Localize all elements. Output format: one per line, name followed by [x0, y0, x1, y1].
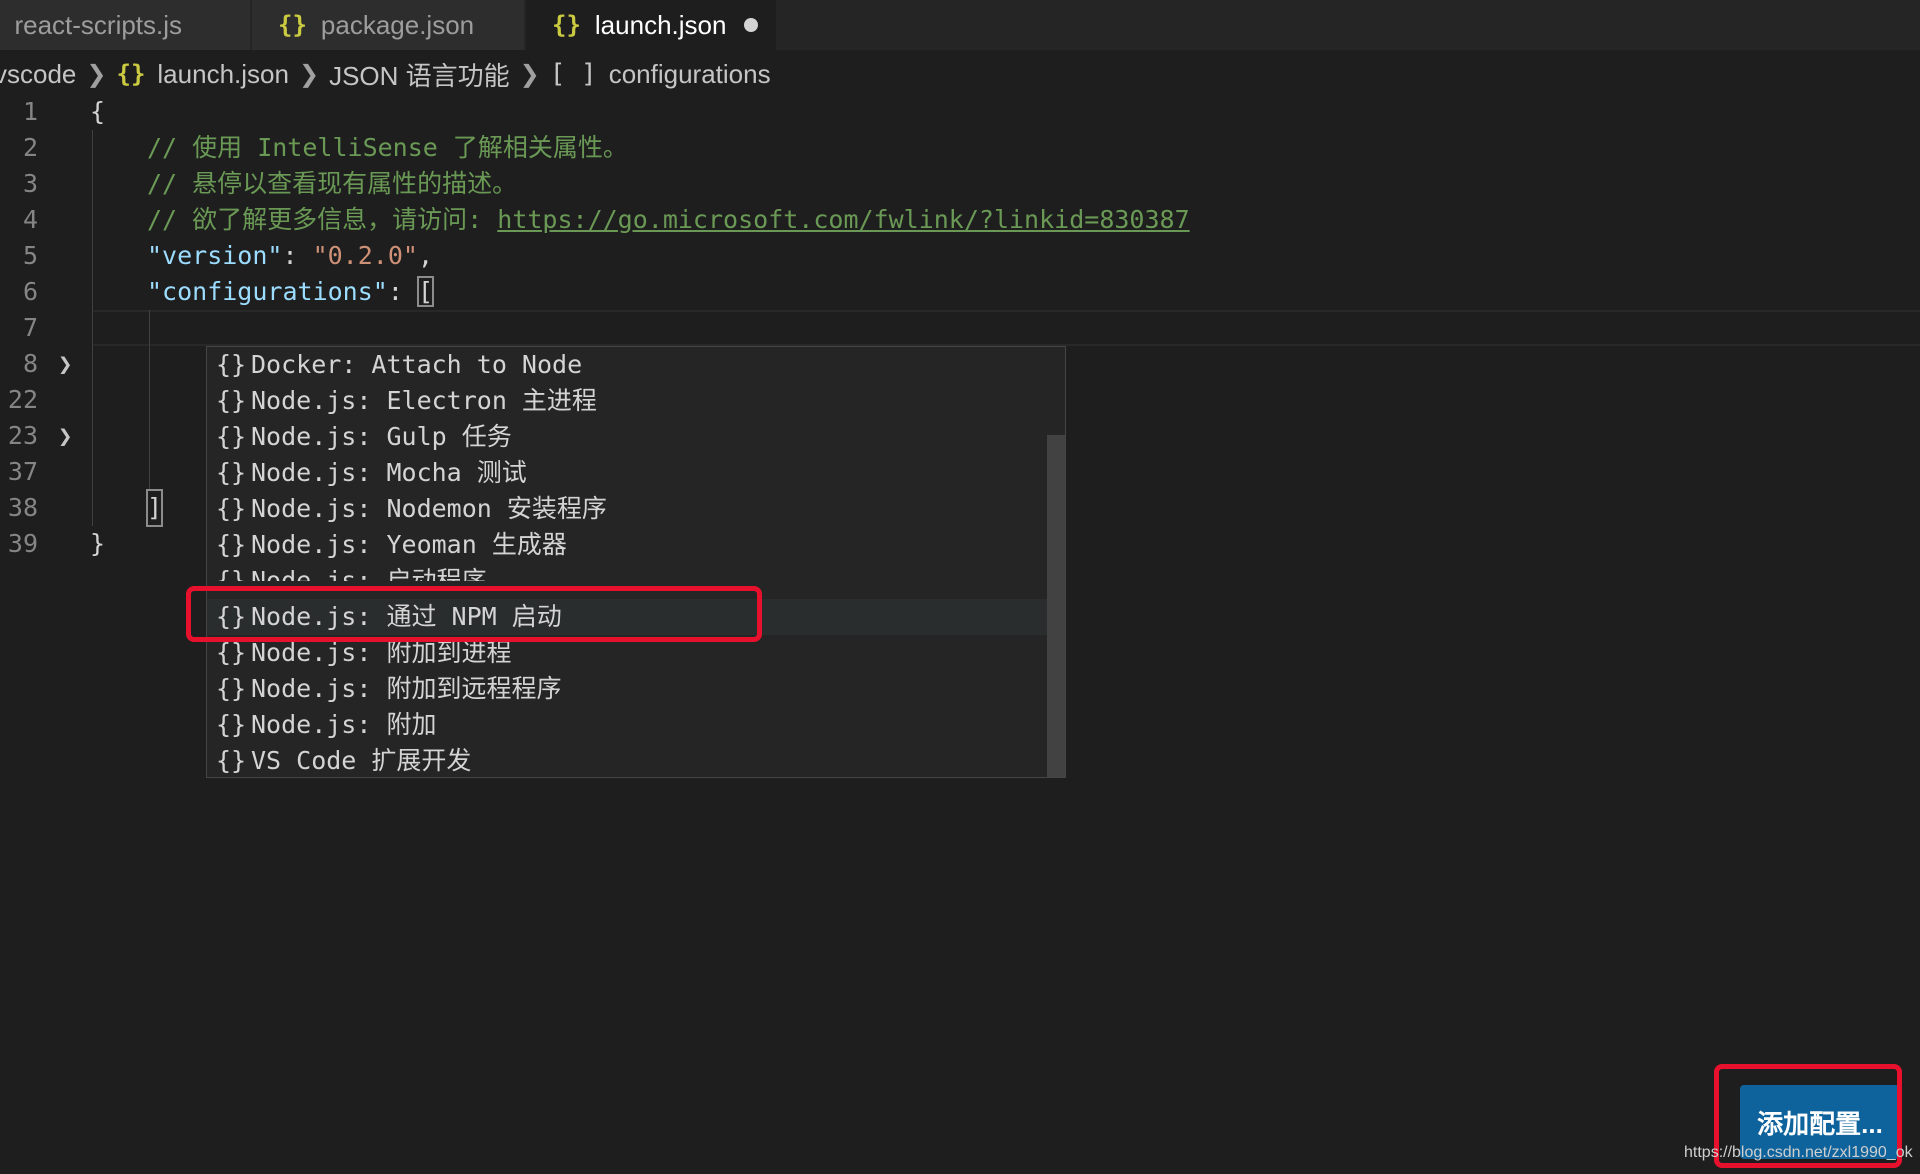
suggestion-label: Node.js: Yeoman 生成器 [251, 530, 567, 559]
suggestion-label: Node.js: Mocha 测试 [251, 458, 527, 487]
suggestion-item[interactable]: {} Node.js: Mocha 测试 [207, 455, 1047, 491]
highlight-box-npm [186, 586, 762, 642]
suggestion-item[interactable]: {} Node.js: 附加到远程程序 [207, 671, 1047, 707]
code-text: { [90, 97, 106, 126]
line-number: 23 [7, 421, 38, 450]
chevron-right-icon: ❯ [86, 60, 107, 88]
tab-package-json[interactable]: {} package.json [252, 0, 524, 50]
watermark: https://blog.csdn.net/zxl1990_ok [1684, 1144, 1913, 1161]
suggestion-label: Node.js: Electron 主进程 [251, 386, 597, 415]
code-line: 4 // 欲了解更多信息，请访问: https://go.microsoft.c… [0, 202, 1920, 238]
line-number: 4 [22, 205, 38, 234]
configurations-line: "configurations": [ [147, 274, 435, 310]
fold-chevron-icon[interactable]: ❯ [58, 346, 72, 382]
suggestion-label: Node.js: 启动程序 [251, 566, 487, 581]
suggestion-label: Node.js: 附加到进程 [251, 638, 512, 667]
json-file-icon: {} [278, 11, 307, 39]
snippet-icon: {} [215, 458, 247, 487]
json-key: "configurations" [147, 277, 388, 306]
line-number: 8 [22, 349, 38, 378]
vscode-window: S react-scripts.js {} package.json {} la… [0, 0, 1920, 1174]
breadcrumb: vscode ❯ {} launch.json ❯ JSON 语言功能 ❯ [ … [0, 54, 771, 94]
line-number: 7 [22, 313, 38, 342]
line-number: 6 [22, 277, 38, 306]
snippet-icon: {} [215, 422, 247, 451]
breadcrumb-file[interactable]: launch.json [157, 59, 289, 90]
suggestion-item[interactable]: {} VS Code 扩展开发 [207, 743, 1047, 777]
suggestion-item[interactable]: {} Node.js: Electron 主进程 [207, 383, 1047, 419]
array-icon: [ ] [549, 59, 597, 89]
suggestion-scrollbar[interactable] [1047, 435, 1065, 777]
snippet-icon: {} [215, 350, 247, 379]
suggestion-label: Docker: Attach to Node [251, 350, 583, 379]
snippet-icon: {} [215, 566, 247, 581]
suggestion-label: Node.js: Nodemon 安装程序 [251, 494, 607, 523]
line-number: 1 [22, 97, 38, 126]
code-text: } [90, 529, 106, 558]
comment-text: // 使用 IntelliSense 了解相关属性。 [147, 133, 628, 162]
comment-text: // 悬停以查看现有属性的描述。 [147, 169, 518, 198]
suggestion-widget: {} Docker: Attach to Node {} Node.js: Elec… [206, 346, 1066, 778]
suggestion-item[interactable]: {} Node.js: 启动程序 [207, 563, 1047, 581]
docs-link[interactable]: https://go.microsoft.com/fwlink/?linkid=… [497, 205, 1189, 234]
code-line: 2 // 使用 IntelliSense 了解相关属性。 [0, 130, 1920, 166]
colon: : [387, 277, 418, 306]
suggestion-label: Node.js: Gulp 任务 [251, 422, 512, 451]
fold-chevron-icon[interactable]: ❯ [58, 418, 72, 454]
snippet-icon: {} [215, 674, 247, 703]
matching-bracket: [ [416, 276, 435, 307]
chevron-right-icon: ❯ [519, 60, 540, 88]
line-number: 22 [7, 385, 38, 414]
suggestion-item[interactable]: {} Node.js: Yeoman 生成器 [207, 527, 1047, 563]
tab-label: react-scripts.js [14, 9, 183, 40]
code-line: 5 "version": "0.2.0", [0, 238, 1920, 274]
suggestion-item[interactable]: {} Docker: Attach to Node [207, 347, 1047, 383]
code-line: 3 // 悬停以查看现有属性的描述。 [0, 166, 1920, 202]
suggestion-label: Node.js: 附加 [251, 710, 437, 739]
line-number: 39 [7, 529, 38, 558]
snippet-icon: {} [215, 530, 247, 559]
snippet-icon: {} [215, 710, 247, 739]
suggestion-item[interactable]: {} Node.js: Nodemon 安装程序 [207, 491, 1047, 527]
json-string: "0.2.0" [312, 241, 418, 270]
tab-label: package.json [320, 9, 475, 40]
comma: , [417, 241, 433, 270]
line-number: 2 [22, 133, 38, 162]
comment-text: // 欲了解更多信息，请访问: [147, 205, 498, 234]
tab-launch-json[interactable]: {} launch.json [526, 0, 776, 50]
line-number: 38 [7, 493, 38, 522]
suggestion-item[interactable]: {} Node.js: Gulp 任务 [207, 419, 1047, 455]
breadcrumb-folder[interactable]: vscode [0, 59, 76, 90]
code-line: 6 "configurations": [ [0, 274, 1920, 310]
json-file-icon: {} [116, 60, 146, 88]
suggestion-label: Node.js: 附加到远程程序 [251, 674, 562, 703]
suggestion-label: VS Code 扩展开发 [251, 746, 472, 775]
version-line: "version": "0.2.0", [147, 238, 433, 274]
code-line: 1 { [0, 94, 1920, 130]
tab-react-scripts[interactable]: S react-scripts.js [0, 0, 250, 50]
json-key: "version" [147, 241, 283, 270]
matching-bracket: ] [145, 489, 164, 527]
tab-label: launch.json [594, 9, 727, 40]
json-file-icon: {} [552, 11, 581, 39]
line-number: 3 [22, 169, 38, 198]
chevron-right-icon: ❯ [298, 60, 320, 88]
editor-tab-bar: S react-scripts.js {} package.json {} la… [0, 0, 1920, 50]
snippet-icon: {} [215, 494, 247, 523]
line-number: 5 [22, 241, 38, 270]
breadcrumb-section[interactable]: JSON 语言功能 [329, 56, 510, 93]
breadcrumb-symbol[interactable]: configurations [609, 59, 771, 90]
suggestion-item[interactable]: {} Node.js: 附加 [207, 707, 1047, 743]
line-number: 37 [7, 457, 38, 486]
colon: : [282, 241, 313, 270]
code-line: 7 [0, 310, 1920, 346]
snippet-icon: {} [215, 746, 247, 775]
comment-line: // 欲了解更多信息，请访问: https://go.microsoft.com… [147, 202, 1190, 238]
unsaved-dot-icon[interactable] [744, 18, 759, 32]
snippet-icon: {} [215, 386, 247, 415]
